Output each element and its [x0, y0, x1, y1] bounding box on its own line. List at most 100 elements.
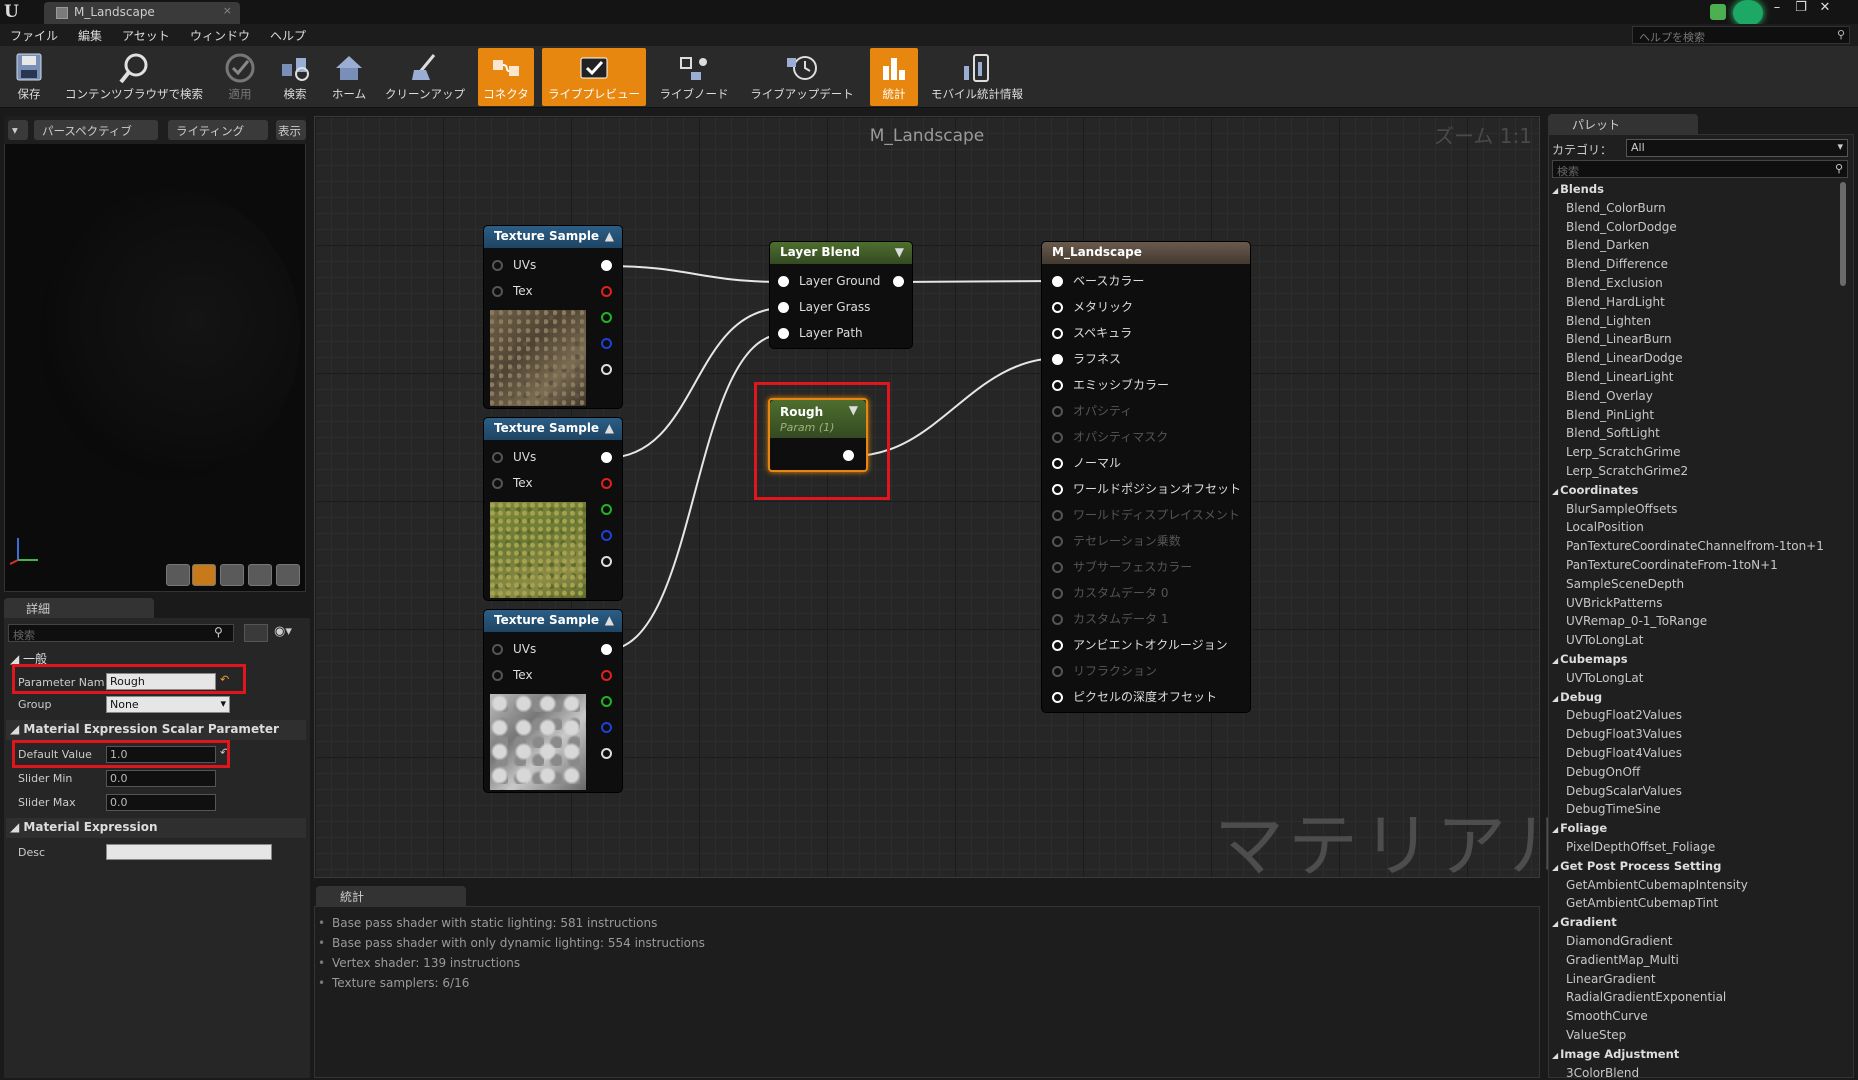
collapse-node-icon[interactable]: ▲ [605, 421, 614, 435]
result-input-pin[interactable]: アンビエントオクルージョン [1052, 636, 1228, 653]
palette-scrollbar[interactable] [1840, 182, 1846, 286]
tex-pin[interactable]: Tex [492, 668, 533, 682]
collapse-node-icon[interactable]: ▼ [895, 245, 904, 259]
palette-item[interactable]: Blend_Lighten [1566, 314, 1651, 328]
palette-item[interactable]: SmoothCurve [1566, 1009, 1648, 1023]
palette-item[interactable]: DebugFloat4Values [1566, 746, 1682, 760]
layer-ground-pin[interactable]: Layer Ground [778, 274, 880, 288]
a-output-pin[interactable] [601, 748, 612, 759]
collapse-node-icon[interactable]: ▲ [605, 229, 614, 243]
palette-item[interactable]: Blend_LinearBurn [1566, 332, 1672, 346]
palette-item[interactable]: UVBrickPatterns [1566, 596, 1662, 610]
palette-item[interactable]: Lerp_ScratchGrime2 [1566, 464, 1688, 478]
r-output-pin[interactable] [601, 478, 612, 489]
r-output-pin[interactable] [601, 670, 612, 681]
result-input-pin[interactable]: サブサーフェスカラー [1052, 558, 1192, 575]
category-dropdown[interactable]: All ▾ [1626, 139, 1848, 157]
result-input-pin[interactable]: リフラクション [1052, 662, 1157, 679]
palette-item[interactable]: RadialGradientExponential [1566, 990, 1726, 1004]
tex-pin[interactable]: Tex [492, 476, 533, 490]
uvs-pin[interactable]: UVs [492, 642, 536, 656]
palette-item[interactable]: Lerp_ScratchGrime [1566, 445, 1680, 459]
result-input-pin[interactable]: テセレーション乗数 [1052, 532, 1181, 549]
palette-category[interactable]: ◢ Coordinates [1552, 483, 1638, 497]
palette-category[interactable]: ◢ Image Adjustment [1552, 1047, 1679, 1061]
palette-item[interactable]: DebugFloat3Values [1566, 727, 1682, 741]
result-input-pin[interactable]: ノーマル [1052, 454, 1121, 471]
result-input-pin[interactable]: スペキュラ [1052, 324, 1132, 341]
palette-item[interactable]: Blend_PinLight [1566, 408, 1654, 422]
palette-item[interactable]: GetAmbientCubemapIntensity [1566, 878, 1748, 892]
palette-item[interactable]: BlurSampleOffsets [1566, 502, 1677, 516]
palette-item[interactable]: Blend_Darken [1566, 238, 1649, 252]
result-input-pin[interactable]: ベースカラー [1052, 272, 1144, 289]
palette-item[interactable]: DebugOnOff [1566, 765, 1640, 779]
palette-item[interactable]: DebugScalarValues [1566, 784, 1682, 798]
rgb-output-pin[interactable] [601, 644, 612, 655]
palette-item[interactable]: UVToLongLat [1566, 633, 1643, 647]
palette-item[interactable]: Blend_ColorBurn [1566, 201, 1666, 215]
palette-item[interactable]: 3ColorBlend [1566, 1066, 1639, 1080]
result-input-pin[interactable]: オパシティ [1052, 402, 1132, 419]
palette-item[interactable]: PanTextureCoordinateChannelfrom-1ton+1 [1566, 539, 1824, 553]
palette-item[interactable]: LocalPosition [1566, 520, 1644, 534]
palette-item[interactable]: DebugTimeSine [1566, 802, 1661, 816]
palette-search-input[interactable]: 検索 ⚲ [1552, 160, 1848, 178]
node-header[interactable]: Texture Sample ▲ [484, 610, 622, 632]
palette-category[interactable]: ◢ Foliage [1552, 821, 1607, 835]
g-output-pin[interactable] [601, 504, 612, 515]
palette-item[interactable]: GetAmbientCubemapTint [1566, 896, 1718, 910]
node-header[interactable]: Texture Sample ▲ [484, 226, 622, 248]
palette-item[interactable]: Blend_SoftLight [1566, 426, 1660, 440]
rgb-output-pin[interactable] [601, 452, 612, 463]
texture-sample-node-path[interactable]: Texture Sample ▲ UVs Tex [484, 610, 622, 792]
result-input-pin[interactable]: ラフネス [1052, 350, 1121, 367]
palette-item[interactable]: UVRemap_0-1_ToRange [1566, 614, 1707, 628]
result-input-pin[interactable]: エミッシブカラー [1052, 376, 1169, 393]
palette-item[interactable]: Blend_ColorDodge [1566, 220, 1677, 234]
palette-item[interactable]: PixelDepthOffset_Foliage [1566, 840, 1715, 854]
g-output-pin[interactable] [601, 312, 612, 323]
uvs-pin[interactable]: UVs [492, 450, 536, 464]
palette-item[interactable]: SampleSceneDepth [1566, 577, 1684, 591]
palette-item[interactable]: Blend_HardLight [1566, 295, 1665, 309]
palette-item[interactable]: Blend_Difference [1566, 257, 1668, 271]
node-header[interactable]: Texture Sample ▲ [484, 418, 622, 440]
palette-item[interactable]: GradientMap_Multi [1566, 953, 1679, 967]
uvs-pin[interactable]: UVs [492, 258, 536, 272]
rgb-output-pin[interactable] [601, 260, 612, 271]
stats-tab[interactable]: 統計 [316, 886, 466, 906]
a-output-pin[interactable] [601, 556, 612, 567]
palette-item[interactable]: Blend_LinearLight [1566, 370, 1673, 384]
result-input-pin[interactable]: ピクセルの深度オフセット [1052, 688, 1217, 705]
result-input-pin[interactable]: ワールドポジションオフセット [1052, 480, 1241, 497]
palette-category[interactable]: ◢ Cubemaps [1552, 652, 1628, 666]
layer-path-pin[interactable]: Layer Path [778, 326, 863, 340]
palette-item[interactable]: Blend_Exclusion [1566, 276, 1663, 290]
palette-item[interactable]: UVToLongLat [1566, 671, 1643, 685]
result-input-pin[interactable]: メタリック [1052, 298, 1133, 315]
texture-sample-node-grass[interactable]: Texture Sample ▲ UVs Tex [484, 418, 622, 600]
layer-blend-node[interactable]: Layer Blend ▼ Layer Ground Layer Grass La… [770, 242, 912, 348]
palette-item[interactable]: PanTextureCoordinateFrom-1toN+1 [1566, 558, 1778, 572]
result-input-pin[interactable]: ワールドディスプレイスメント [1052, 506, 1240, 523]
palette-tab[interactable]: パレット [1548, 114, 1698, 134]
tex-pin[interactable]: Tex [492, 284, 533, 298]
palette-item[interactable]: DiamondGradient [1566, 934, 1672, 948]
palette-category[interactable]: ◢ Get Post Process Setting [1552, 859, 1721, 873]
palette-item[interactable]: Blend_LinearDodge [1566, 351, 1683, 365]
result-input-pin[interactable]: カスタムデータ 1 [1052, 610, 1168, 627]
r-output-pin[interactable] [601, 286, 612, 297]
collapse-node-icon[interactable]: ▲ [605, 613, 614, 627]
palette-category[interactable]: ◢ Debug [1552, 690, 1602, 704]
a-output-pin[interactable] [601, 364, 612, 375]
g-output-pin[interactable] [601, 696, 612, 707]
palette-item[interactable]: ValueStep [1566, 1028, 1626, 1042]
b-output-pin[interactable] [601, 722, 612, 733]
palette-item[interactable]: Blend_Overlay [1566, 389, 1653, 403]
palette-item[interactable]: DebugFloat2Values [1566, 708, 1682, 722]
node-header[interactable]: M_Landscape [1042, 242, 1250, 264]
blend-output-pin[interactable] [893, 276, 904, 287]
palette-item[interactable]: LinearGradient [1566, 972, 1656, 986]
palette-category[interactable]: ◢ Gradient [1552, 915, 1617, 929]
